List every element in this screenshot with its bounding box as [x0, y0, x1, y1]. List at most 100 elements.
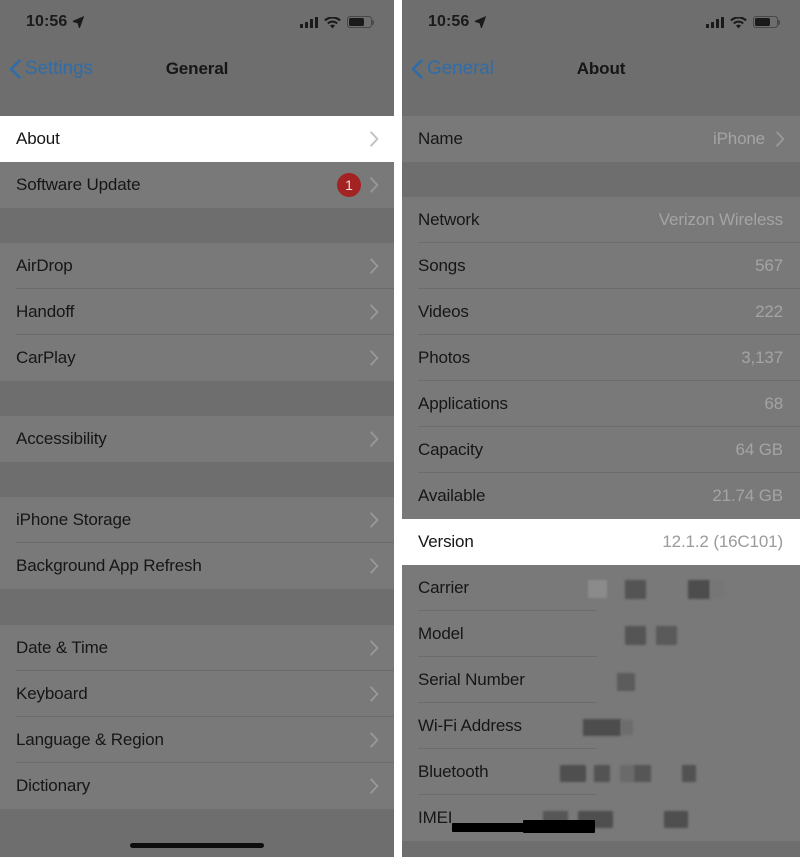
list-item-bluetooth: Bluetooth	[402, 749, 800, 795]
settings-list: About Software Update 1 AirDrop Handoff …	[0, 94, 394, 857]
status-bar: 10:56	[0, 0, 394, 44]
row-value: 12.1.2 (16C101)	[662, 532, 783, 551]
battery-icon	[753, 16, 781, 28]
row-label: About	[16, 129, 60, 148]
back-button-general[interactable]: General	[411, 58, 494, 80]
chevron-right-icon	[370, 512, 379, 528]
status-time-label: 10:56	[26, 13, 68, 30]
chevron-right-icon	[370, 131, 379, 147]
row-label: Carrier	[418, 578, 469, 597]
row-value: 64 GB	[735, 440, 784, 459]
sidebar-item-iphone-storage[interactable]: iPhone Storage	[0, 497, 394, 543]
general-settings-screen: 10:56 Settings General About Software Up…	[0, 0, 394, 857]
status-time-label: 10:56	[428, 13, 470, 30]
chevron-right-icon	[370, 778, 379, 794]
back-button-label: General	[427, 58, 494, 79]
row-value: 222	[755, 302, 783, 321]
row-label: AirDrop	[16, 256, 73, 275]
redacted-value	[525, 671, 785, 691]
row-value: 68	[764, 394, 783, 413]
row-label: Date & Time	[16, 638, 108, 657]
row-value: iPhone	[712, 129, 765, 148]
row-label: Language & Region	[16, 730, 164, 749]
sidebar-item-language-region[interactable]: Language & Region	[0, 717, 394, 763]
sidebar-item-carplay[interactable]: CarPlay	[0, 335, 394, 381]
chevron-right-icon	[370, 350, 379, 366]
home-indicator[interactable]	[130, 843, 264, 848]
status-badge: 1	[337, 173, 361, 197]
back-button-settings[interactable]: Settings	[9, 58, 93, 80]
list-item-carrier: Carrier	[402, 565, 800, 611]
redacted-value	[525, 717, 785, 736]
redacted-value	[525, 579, 785, 599]
list-item-available: Available 21.74 GB	[402, 473, 800, 519]
sidebar-item-background-app-refresh[interactable]: Background App Refresh	[0, 543, 394, 589]
list-item-videos: Videos 222	[402, 289, 800, 335]
row-label: Serial Number	[418, 670, 525, 689]
list-item-songs: Songs 567	[402, 243, 800, 289]
list-item-model: Model	[402, 611, 800, 657]
sidebar-item-dictionary[interactable]: Dictionary	[0, 763, 394, 809]
status-icons	[706, 16, 781, 29]
row-label: Name	[418, 129, 463, 148]
sidebar-item-keyboard[interactable]: Keyboard	[0, 671, 394, 717]
list-item-capacity: Capacity 64 GB	[402, 427, 800, 473]
sidebar-item-about[interactable]: About	[0, 116, 394, 162]
row-value: 567	[755, 256, 783, 275]
list-item-name[interactable]: Name iPhone	[402, 116, 800, 162]
row-label: Dictionary	[16, 776, 91, 795]
chevron-right-icon	[370, 732, 379, 748]
sidebar-item-handoff[interactable]: Handoff	[0, 289, 394, 335]
list-item-photos: Photos 3,137	[402, 335, 800, 381]
row-label: Available	[418, 486, 486, 505]
row-label: Network	[418, 210, 480, 229]
row-label: Background App Refresh	[16, 556, 202, 575]
sidebar-item-date-time[interactable]: Date & Time	[0, 625, 394, 671]
chevron-right-icon	[776, 131, 785, 147]
row-value: 3,137	[741, 348, 783, 367]
sidebar-item-software-update[interactable]: Software Update 1	[0, 162, 394, 208]
redacted-value	[525, 763, 785, 782]
row-label: IMEI	[418, 808, 453, 827]
row-label: Capacity	[418, 440, 483, 459]
list-item-version: Version 12.1.2 (16C101)	[402, 519, 800, 565]
row-value: Verizon Wireless	[658, 210, 783, 229]
status-time: 10:56	[26, 13, 85, 31]
status-icons	[300, 16, 375, 29]
row-label: Applications	[418, 394, 508, 413]
list-item-network: Network Verizon Wireless	[402, 197, 800, 243]
row-label: Bluetooth	[418, 762, 489, 781]
chevron-left-icon	[9, 59, 21, 79]
about-list: Name iPhone Network Verizon Wireless Son…	[402, 94, 800, 857]
row-label: Accessibility	[16, 429, 107, 448]
row-label: Keyboard	[16, 684, 88, 703]
navigation-bar: General About	[402, 44, 800, 94]
chevron-right-icon	[370, 686, 379, 702]
row-label: iPhone Storage	[16, 510, 132, 529]
location-arrow-icon	[72, 15, 85, 28]
sidebar-item-airdrop[interactable]: AirDrop	[0, 243, 394, 289]
wifi-icon	[324, 16, 341, 29]
location-arrow-icon	[474, 15, 487, 28]
wifi-icon	[730, 16, 747, 29]
status-bar: 10:56	[402, 0, 800, 44]
left-phone-screenshot: 10:56 Settings General About Software Up…	[0, 0, 394, 857]
redacted-value	[452, 809, 785, 833]
cellular-signal-icon	[300, 16, 318, 28]
row-label: Software Update	[16, 175, 141, 194]
row-value: 21.74 GB	[712, 486, 783, 505]
sidebar-item-accessibility[interactable]: Accessibility	[0, 416, 394, 462]
screenshot-stage: 10:56 Settings General About Software Up…	[0, 0, 800, 857]
row-label: Wi-Fi Address	[418, 716, 522, 735]
chevron-right-icon	[370, 640, 379, 656]
battery-icon	[347, 16, 375, 28]
chevron-right-icon	[370, 258, 379, 274]
back-button-label: Settings	[25, 58, 93, 79]
